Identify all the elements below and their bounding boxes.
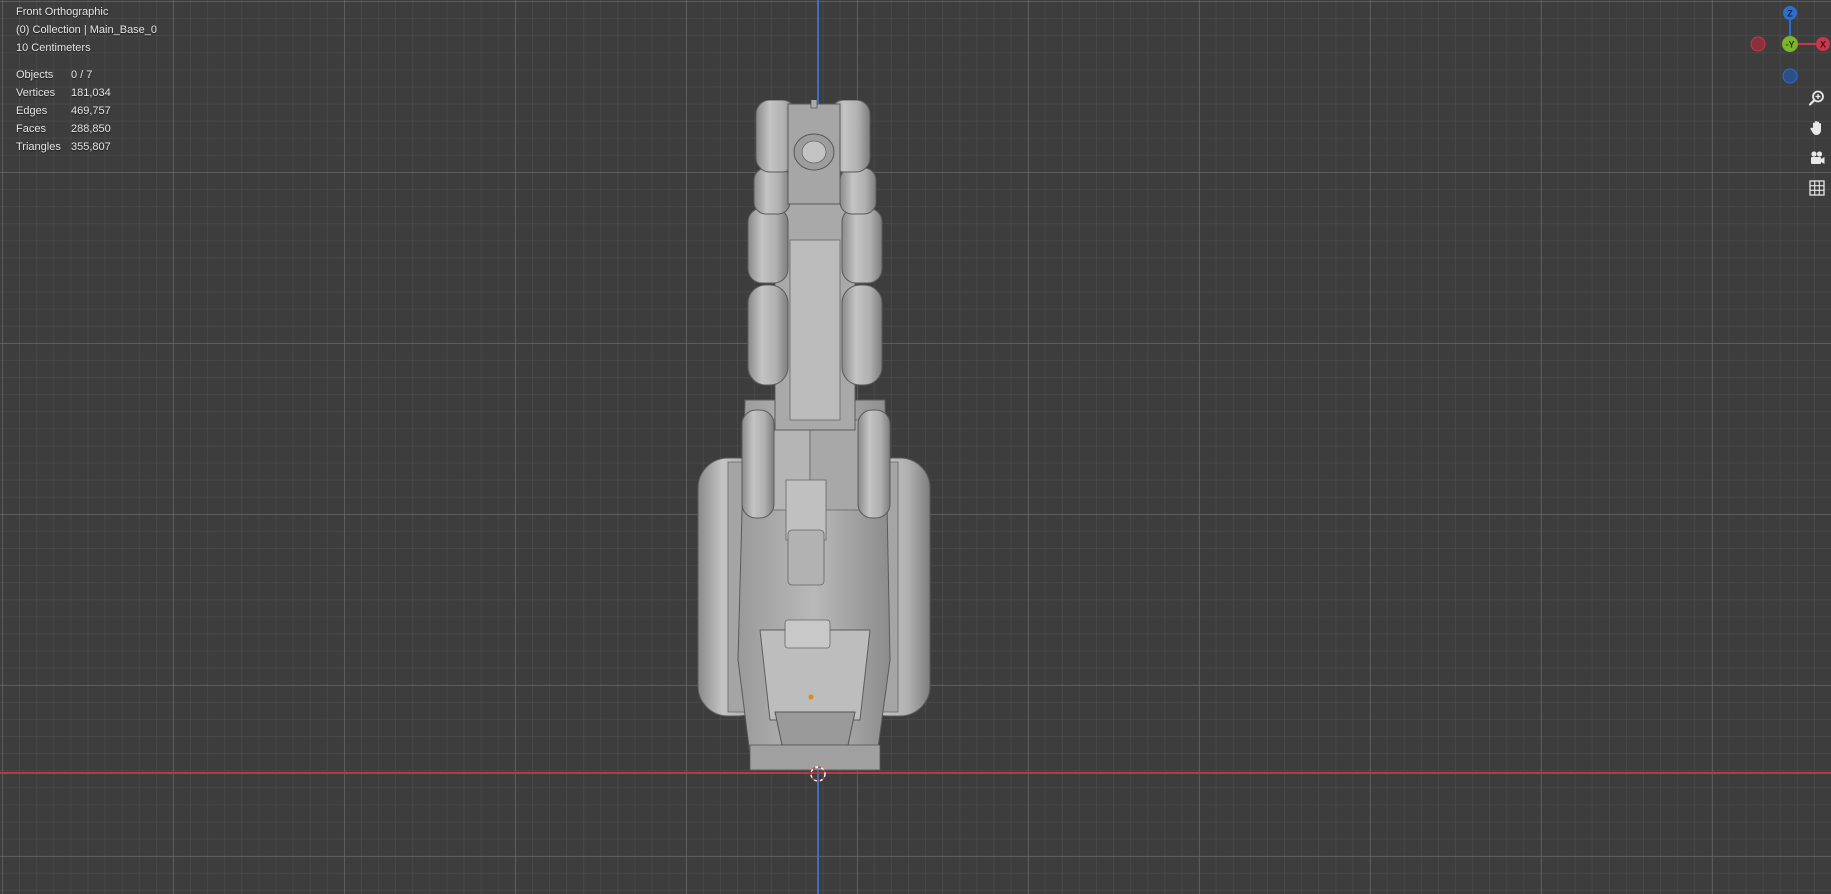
3d-cursor-icon[interactable] [808, 764, 828, 784]
stat-label: Objects [16, 69, 54, 81]
camera-icon[interactable] [1805, 146, 1829, 170]
grid-icon[interactable] [1805, 176, 1829, 200]
mesh-model[interactable] [690, 100, 950, 780]
stat-objects: Objects 0 / 7 [16, 66, 111, 84]
stat-edges: Edges 469,757 [16, 102, 111, 120]
stat-triangles: Triangles 355,807 [16, 138, 111, 156]
gizmo-neg-y-axis[interactable]: -Y [1782, 36, 1798, 52]
navigation-gizmo[interactable]: Z X -Y [1750, 4, 1831, 84]
gizmo-neg-z-axis[interactable] [1782, 68, 1798, 84]
3d-viewport[interactable]: Front Orthographic (0) Collection | Main… [0, 0, 1831, 894]
gizmo-z-axis[interactable]: Z [1783, 6, 1797, 20]
stat-value: 288,850 [71, 123, 111, 135]
stat-value: 469,757 [71, 105, 111, 117]
viewport-info: Front Orthographic (0) Collection | Main… [16, 3, 157, 57]
svg-text:-Y: -Y [1786, 40, 1795, 50]
gizmo-x-axis[interactable]: X [1816, 37, 1830, 51]
stat-faces: Faces 288,850 [16, 120, 111, 138]
gizmo-neg-x-axis[interactable] [1750, 36, 1766, 52]
svg-text:X: X [1820, 40, 1826, 50]
zoom-icon[interactable] [1805, 86, 1829, 110]
stat-value: 0 / 7 [71, 69, 93, 81]
stat-label: Edges [16, 105, 48, 117]
stat-value: 355,807 [71, 141, 111, 153]
scale-label: 10 Centimeters [16, 42, 91, 54]
scene-statistics: Objects 0 / 7 Vertices 181,034 Edges 469… [16, 66, 111, 156]
collection-label: (0) Collection | Main_Base_0 [16, 24, 158, 36]
pan-hand-icon[interactable] [1805, 116, 1829, 140]
stat-value: 181,034 [71, 87, 111, 99]
svg-text:Z: Z [1787, 9, 1793, 19]
stat-label: Faces [16, 123, 46, 135]
stat-vertices: Vertices 181,034 [16, 84, 111, 102]
stat-label: Triangles [16, 141, 61, 153]
view-name: Front Orthographic [16, 6, 109, 18]
stat-label: Vertices [16, 87, 56, 99]
